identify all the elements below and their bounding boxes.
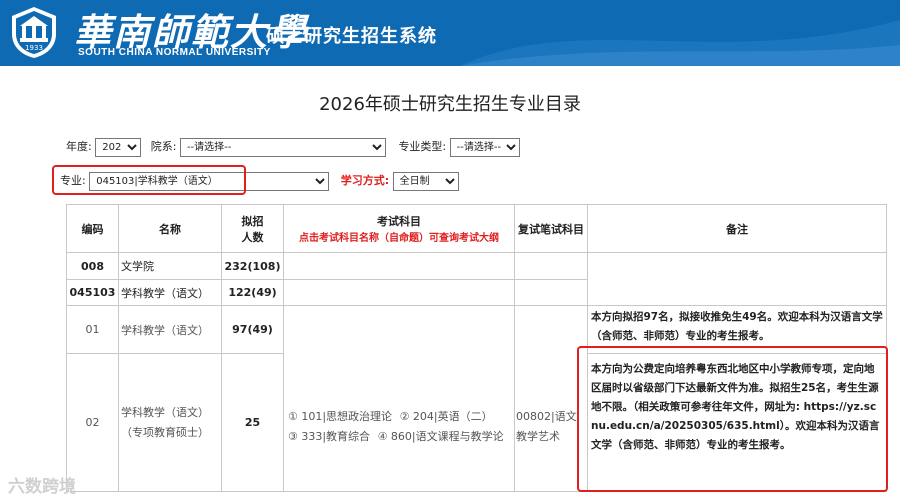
- header-code: 编码: [66, 204, 119, 253]
- dir2-name-line2: （专项教育硕士）: [121, 425, 209, 439]
- header-plan-line1: 拟招: [241, 214, 264, 228]
- major-plan: 122(49): [221, 279, 284, 306]
- major-highlight-box: [52, 165, 246, 195]
- year-select[interactable]: 2026: [95, 138, 142, 157]
- page-title: 2026年硕士研究生招生专业目录: [319, 94, 581, 115]
- banner-wave-decoration: [460, 20, 900, 66]
- dir2-name-line1: 学科教学（语文）: [121, 405, 209, 419]
- dept-retest-empty: [514, 252, 588, 280]
- university-name-en: SOUTH CHINA NORMAL UNIVERSITY: [78, 47, 271, 58]
- major-name: 学科教学（语文）: [118, 279, 222, 306]
- dir1-plan: 97(49): [221, 305, 284, 354]
- header-plan: 拟招 人数: [221, 204, 284, 253]
- emblem-year: 1933: [25, 44, 43, 52]
- department-select[interactable]: --请选择--: [179, 138, 386, 157]
- exam-subject-4-link[interactable]: ④ 860|语文课程与教学论: [378, 430, 504, 443]
- exam-hint-text: 点击考试科目名称（自命题）可查询考试大纲: [299, 233, 499, 244]
- study-mode-select[interactable]: 全日制: [392, 172, 459, 191]
- dir2-name: 学科教学（语文） （专项教育硕士）: [118, 353, 222, 492]
- exam-subject-2-link[interactable]: ② 204|英语（二）: [400, 410, 493, 423]
- header-remark: 备注: [587, 204, 887, 253]
- dept-plan: 232(108): [221, 252, 284, 280]
- table-row-department: 008 文学院 232(108): [66, 252, 887, 306]
- major-type-select[interactable]: --请选择--: [449, 138, 520, 157]
- retest-subject-text: 00802|语文教学艺术: [516, 409, 577, 443]
- header-banner: 1933 華南師範大學 硕士研究生招生系统 SOUTH CHINA NORMAL…: [0, 0, 900, 66]
- dir1-name: 学科教学（语文）: [118, 305, 222, 354]
- system-title: 硕士研究生招生系统: [266, 26, 437, 47]
- watermark-text: 六数跨境: [8, 477, 76, 497]
- major-exam-empty: [283, 279, 515, 306]
- exam-subject-3-link[interactable]: ③ 333|教育综合: [288, 430, 370, 443]
- dir2-code: 02: [66, 353, 119, 492]
- header-plan-line2: 人数: [241, 230, 264, 244]
- study-mode-label: 学习方式:: [340, 174, 390, 187]
- year-label: 年度:: [66, 140, 92, 153]
- major-retest-empty: [514, 279, 588, 306]
- dept-label: 院系:: [150, 140, 177, 153]
- dir1-code: 01: [66, 305, 119, 354]
- header-name: 名称: [118, 204, 222, 253]
- dir2-plan: 25: [221, 353, 284, 492]
- table-header-row: 编码 名称 拟招人数 考试科目点击考试科目名称（自命题）可查询考试大纲 复试笔试…: [66, 204, 887, 253]
- header-exam: 考试科目点击考试科目名称（自命题）可查询考试大纲: [283, 204, 515, 253]
- major-code: 045103: [66, 279, 119, 306]
- header-exam-title: 考试科目: [377, 215, 421, 228]
- dept-exam-empty: [283, 252, 515, 280]
- dept-name: 文学院: [118, 252, 222, 280]
- filter-row-1: 年度: 2026 院系: --请选择-- 专业类型: --请选择--: [66, 138, 520, 157]
- dept-remark-empty: [587, 252, 887, 306]
- exam-subjects-cell: ① 101|思想政治理论 ② 204|英语（二） ③ 333|教育综合 ④ 86…: [283, 305, 515, 492]
- major-type-label: 专业类型:: [398, 140, 447, 153]
- remark-highlight-box: [577, 346, 888, 492]
- university-emblem-icon: 1933: [12, 7, 56, 58]
- dept-code: 008: [66, 252, 119, 280]
- exam-subject-1-link[interactable]: ① 101|思想政治理论: [288, 410, 392, 423]
- header-retest: 复试笔试科目: [514, 204, 588, 253]
